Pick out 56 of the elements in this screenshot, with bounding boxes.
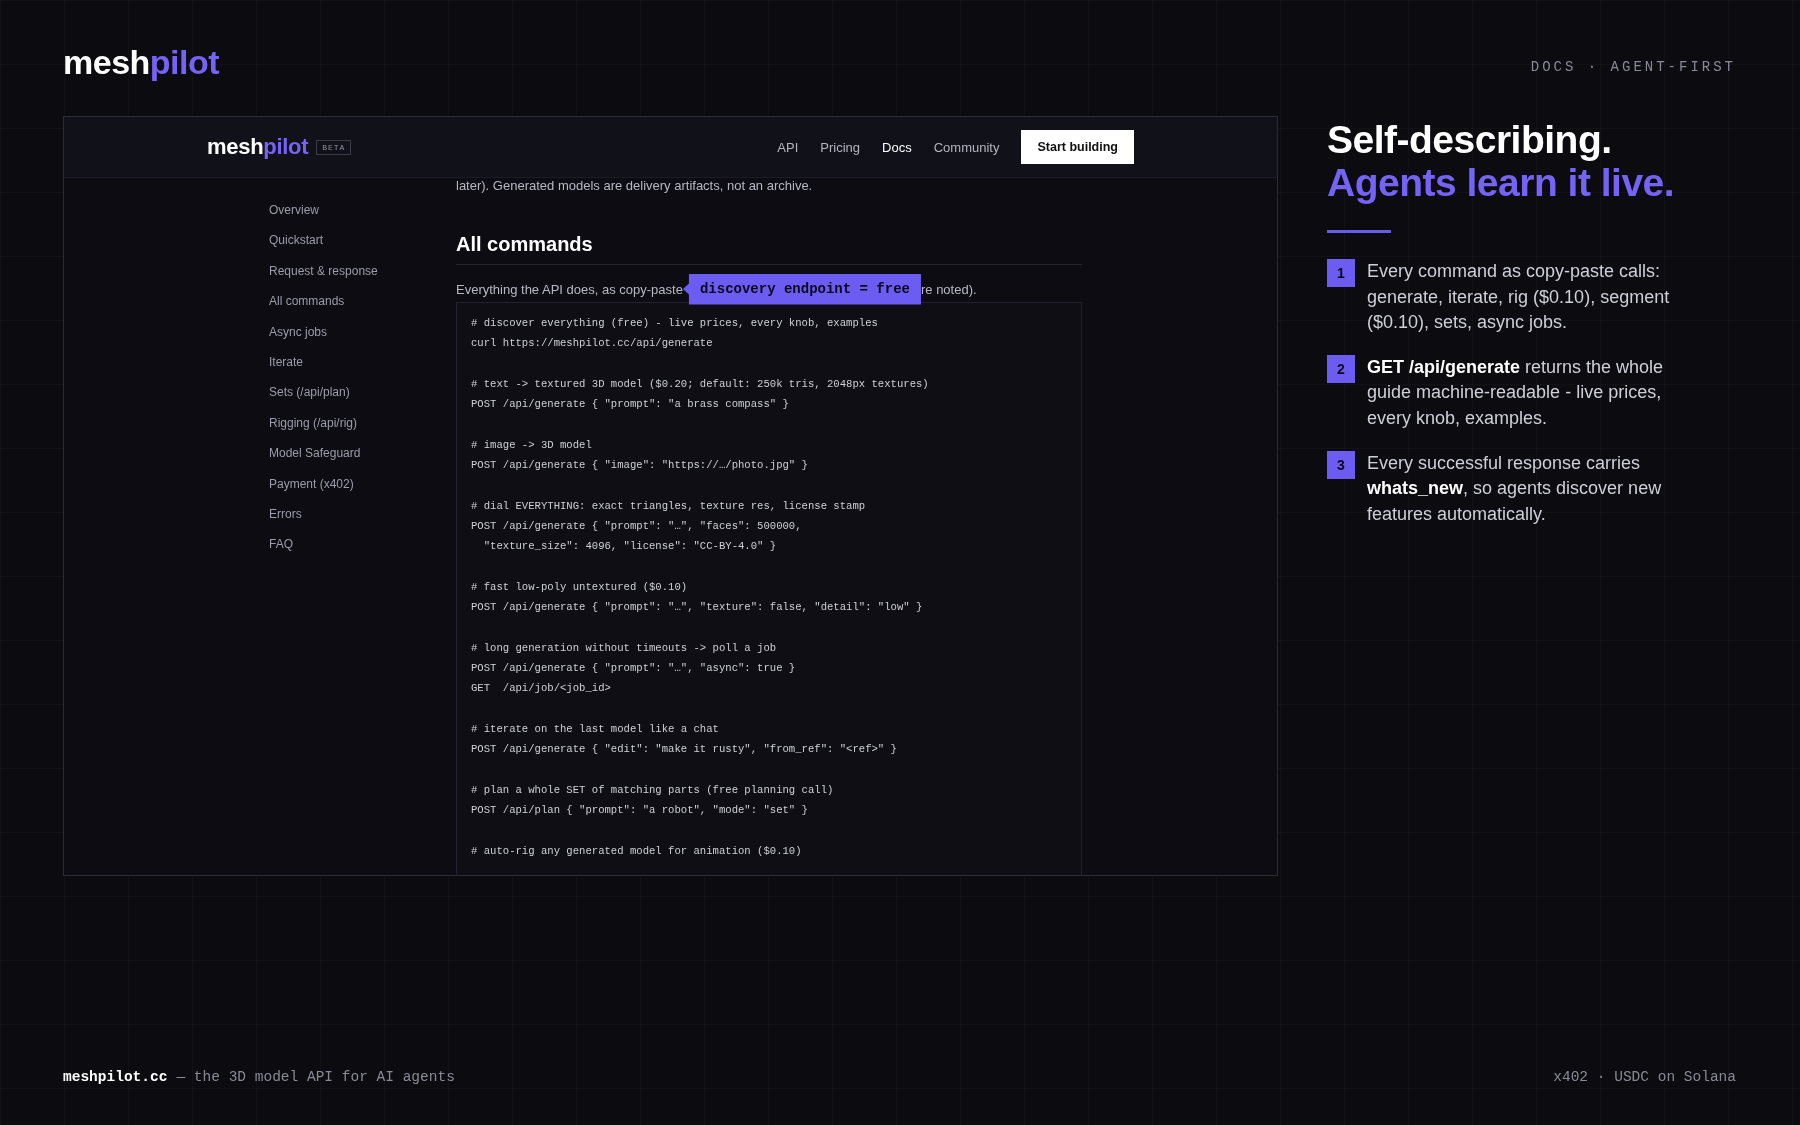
code-line: # dial EVERYTHING: exact triangles, texture res, license stamp	[471, 498, 867, 514]
sidebar-link[interactable]: Errors	[269, 505, 456, 537]
code-line: POST /api/generate { "prompt": "…", "async": true }	[471, 661, 797, 677]
code-line: # plan a whole SET of matching parts (free planning call)	[471, 782, 835, 798]
code-line: # long generation without timeouts -> poll a job	[471, 640, 778, 656]
panel-subtitle: Agents learn it live.	[1327, 161, 1676, 204]
code-line: # auto-rig any generated model for animation ($0.10)	[471, 843, 803, 859]
code-line: # discover everything (free) - live prices, every knob, examples	[471, 316, 879, 331]
body-text: later). Generated models are delivery artifacts, not an archive.	[456, 178, 814, 194]
sidebar-link[interactable]: Async jobs	[269, 323, 456, 354]
nav-link[interactable]: Pricing	[820, 139, 861, 155]
number-badge: 1	[1327, 259, 1355, 287]
tooltip: discovery endpoint = free	[682, 273, 921, 305]
body-text: re noted).	[920, 281, 977, 297]
payment-info: x402 · USDC on Solana	[1553, 1069, 1736, 1085]
brand-logo: meshpilot	[63, 42, 220, 82]
number-badge: 2	[1327, 354, 1355, 383]
start-building-button[interactable]: Start building	[1021, 130, 1134, 164]
section-heading: All commands	[456, 232, 1082, 265]
feature-text: Every successful response carries whats_new, so agents discover new features automatically.	[1367, 451, 1663, 526]
sidebar-link[interactable]: Iterate	[269, 353, 456, 385]
nav-link[interactable]: Community	[933, 139, 1000, 155]
site-name: meshpilot.cc	[63, 1069, 168, 1085]
nav-link[interactable]: Docs	[882, 139, 912, 155]
code-line: # iterate on the last model like a chat	[471, 721, 720, 737]
code-line: POST /api/generate { "prompt": "a brass compass" }	[471, 397, 790, 413]
sidebar-link[interactable]: Overview	[269, 202, 456, 233]
sidebar-link[interactable]: FAQ	[269, 536, 456, 567]
code-line: POST /api/generate { "prompt": "…", "texture": false, "detail": "low" }	[471, 600, 924, 616]
code-line: POST /api/plan { "prompt": "a robot", "mode": "set" }	[471, 803, 809, 819]
code-line: # text -> textured 3D model ($0.20; default: 250k tris, 2048px textures)	[471, 376, 930, 392]
section-tagline: DOCS · AGENT-FIRST	[1530, 59, 1736, 75]
sidebar-link[interactable]: Sets (/api/plan)	[269, 384, 456, 415]
beta-badge: BETA	[316, 139, 352, 155]
number-badge: 3	[1327, 450, 1355, 479]
sidebar-link[interactable]: All commands	[269, 293, 456, 324]
panel-title: Self-describing.	[1327, 118, 1613, 161]
code-line: # image -> 3D model	[471, 437, 593, 453]
sidebar-link[interactable]: Payment (x402)	[269, 475, 456, 506]
nav-link[interactable]: API	[777, 139, 799, 155]
feature-text: Every command as copy-paste calls: generate, iterate, rig ($0.10), segment ($0.10), sets, async jobs.	[1367, 260, 1671, 335]
sidebar-link[interactable]: Quickstart	[269, 232, 456, 263]
code-line: "texture_size": 4096, "license": "CC-BY-4.0" }	[482, 539, 778, 555]
code-line: curl https://meshpilot.cc/api/generate	[471, 336, 714, 352]
code-line: # fast low-poly untextured ($0.10)	[471, 579, 689, 595]
sidebar-link[interactable]: Rigging (/api/rig)	[269, 414, 456, 446]
sidebar-link[interactable]: Model Safeguard	[269, 445, 456, 476]
code-line: GET /api/job/<job_id>	[471, 681, 612, 697]
code-line: POST /api/generate { "edit": "make it rusty", "from_ref": "<ref>" }	[471, 742, 898, 758]
site-logo: meshpilot	[207, 134, 309, 160]
feature-text: GET /api/generate returns the whole guide machine-readable - live prices, every knob, examples.	[1367, 355, 1665, 430]
site-description: — the 3D model API for AI agents	[176, 1069, 455, 1085]
code-line: POST /api/generate { "prompt": "…", "faces": 500000,	[471, 518, 803, 534]
body-text: Everything the API does, as copy-paste	[456, 281, 683, 297]
code-line: POST /api/generate { "image": "https://…/photo.jpg" }	[471, 458, 809, 474]
sidebar-link[interactable]: Request & response	[269, 262, 456, 294]
